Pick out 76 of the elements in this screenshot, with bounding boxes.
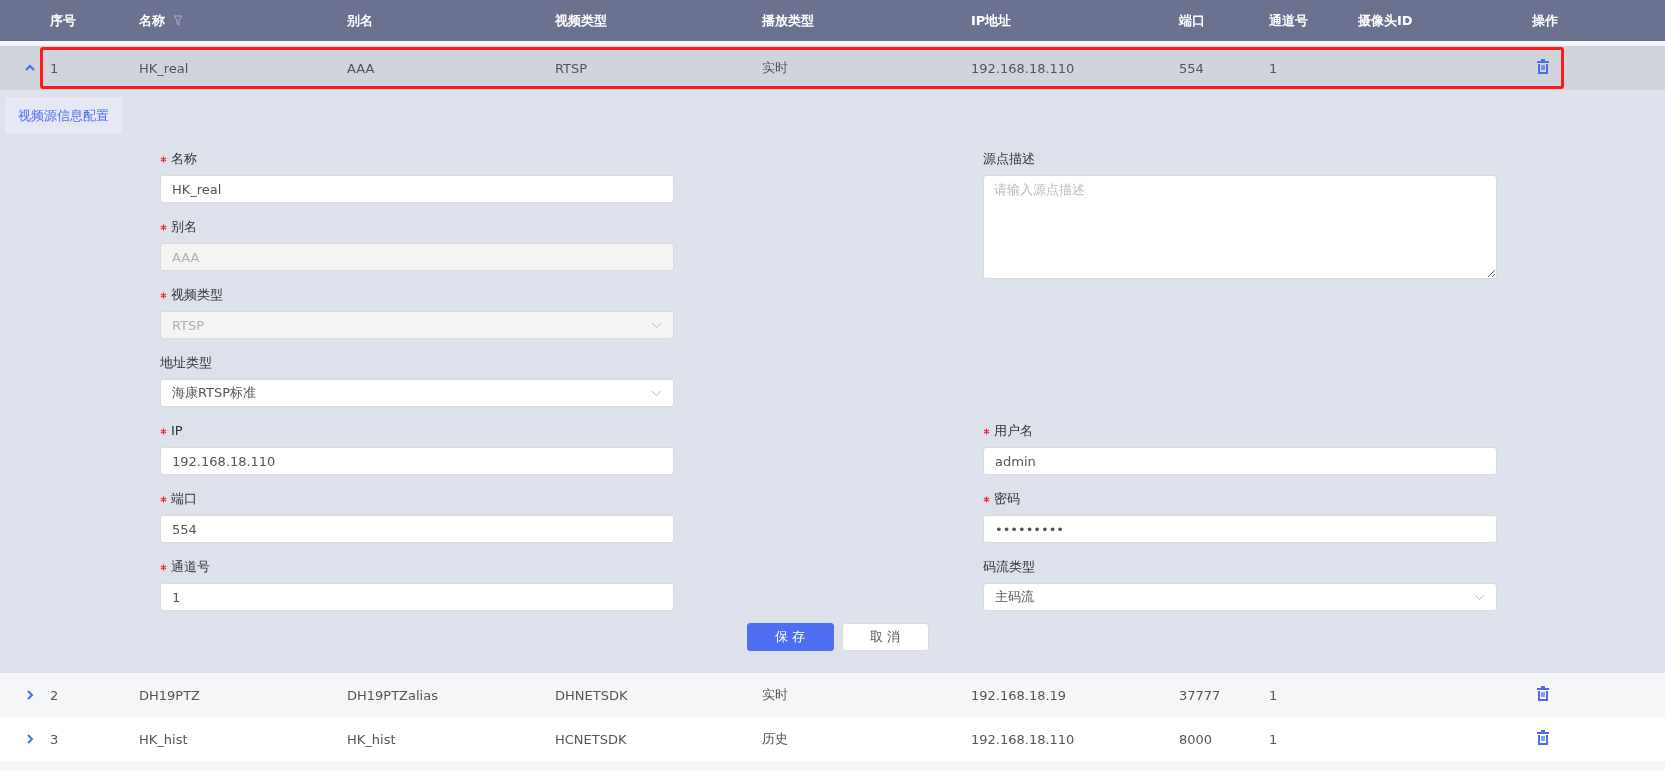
field-label: 码流类型 bbox=[983, 558, 1035, 576]
table-cell-text: DH19PTZ bbox=[139, 687, 201, 703]
table-cell-text: 1 bbox=[1269, 687, 1279, 703]
field-label: 地址类型 bbox=[160, 354, 212, 372]
table-cell-text: 2 bbox=[50, 687, 60, 703]
save-button[interactable]: 保 存 bbox=[746, 623, 834, 651]
delete-button[interactable] bbox=[1536, 59, 1552, 77]
table-cell-text: 192.168.18.110 bbox=[971, 731, 1076, 747]
field-label: 密码 bbox=[994, 490, 1020, 508]
tab[interactable]: 视频源信息配置 bbox=[5, 97, 122, 134]
trash-icon bbox=[1536, 686, 1550, 702]
required-asterisk-icon bbox=[160, 427, 167, 435]
field-label: 通道号 bbox=[171, 558, 210, 576]
table-cell-text: 1 bbox=[50, 60, 60, 76]
table-cell-text: DHNETSDK bbox=[555, 687, 629, 703]
required-asterisk-icon bbox=[160, 155, 167, 163]
column-header: 序号 bbox=[50, 11, 76, 30]
table-cell-text: 192.168.18.19 bbox=[971, 687, 1068, 703]
column-header: 摄像头ID bbox=[1358, 11, 1413, 30]
textarea-field[interactable]: 请输入源点描述 bbox=[983, 175, 1497, 279]
input-field[interactable]: 554 bbox=[160, 515, 674, 543]
password-field[interactable]: ••••••••• bbox=[983, 515, 1497, 543]
input-field[interactable]: 192.168.18.110 bbox=[160, 447, 674, 475]
column-header: 视频类型 bbox=[555, 11, 607, 30]
delete-button[interactable] bbox=[1536, 730, 1552, 748]
required-asterisk-icon bbox=[160, 223, 167, 231]
column-header: 别名 bbox=[347, 11, 373, 30]
required-asterisk-icon bbox=[160, 563, 167, 571]
column-header: 端口 bbox=[1179, 11, 1205, 30]
delete-button[interactable] bbox=[1536, 686, 1552, 704]
table-row[interactable]: 3 HK_hist HK_hist HCNETSDK 历史 192.168.18.110 8000 1 bbox=[0, 717, 1665, 761]
input-field[interactable]: 1 bbox=[160, 583, 674, 611]
table-cell-text: 历史 bbox=[762, 730, 789, 748]
select-field[interactable]: 海康RTSP标准 bbox=[160, 379, 674, 407]
table-cell-text: 554 bbox=[1179, 60, 1205, 76]
field-label: 名称 bbox=[171, 150, 197, 168]
field-label: IP bbox=[171, 422, 183, 440]
table-cell-text: 1 bbox=[1269, 731, 1279, 747]
table-cell-text: 3 bbox=[50, 731, 60, 747]
column-header: 播放类型 bbox=[762, 11, 814, 30]
field-label: 别名 bbox=[171, 218, 197, 236]
select-value: 主码流 bbox=[995, 588, 1034, 606]
field-label: 端口 bbox=[171, 490, 197, 508]
required-asterisk-icon bbox=[983, 495, 990, 503]
column-header: IP地址 bbox=[971, 11, 1012, 30]
required-asterisk-icon bbox=[160, 495, 167, 503]
column-header: 名称 bbox=[139, 11, 165, 30]
field-label: 用户名 bbox=[994, 422, 1033, 440]
table-cell-text: AAA bbox=[347, 60, 376, 76]
trash-icon bbox=[1536, 730, 1550, 746]
column-header: 操作 bbox=[1532, 11, 1558, 30]
table-cell-text: 实时 bbox=[762, 59, 789, 77]
select-value: RTSP bbox=[172, 317, 205, 333]
field-label: 源点描述 bbox=[983, 150, 1035, 168]
select-field[interactable]: 主码流 bbox=[983, 583, 1497, 611]
table-cell-text: 192.168.18.110 bbox=[971, 60, 1076, 76]
table-cell-text: 实时 bbox=[762, 686, 789, 704]
table-cell-text: HK_hist bbox=[139, 731, 189, 747]
table-cell-text: HK_real bbox=[139, 60, 190, 76]
table-cell-text: DH19PTZalias bbox=[347, 687, 439, 703]
column-header: 通道号 bbox=[1269, 11, 1308, 30]
select-value: 海康RTSP标准 bbox=[172, 384, 257, 402]
table-cell-text: HCNETSDK bbox=[555, 731, 628, 747]
required-asterisk-icon bbox=[160, 291, 167, 299]
required-asterisk-icon bbox=[983, 427, 990, 435]
table-cell-text: RTSP bbox=[555, 60, 589, 76]
cancel-button[interactable]: 取 消 bbox=[841, 623, 929, 651]
table-cell-text: 8000 bbox=[1179, 731, 1214, 747]
table-row[interactable]: 1 HK_real AAA RTSP 实时 192.168.18.110 554 1 bbox=[0, 46, 1665, 90]
table-cell-text: 37777 bbox=[1179, 687, 1222, 703]
input-field[interactable]: HK_real bbox=[160, 175, 674, 203]
trash-icon bbox=[1536, 59, 1550, 75]
table-cell-text: 1 bbox=[1269, 60, 1279, 76]
field-label: 视频类型 bbox=[171, 286, 223, 304]
input-field[interactable]: admin bbox=[983, 447, 1497, 475]
table-cell-text: HK_hist bbox=[347, 731, 397, 747]
